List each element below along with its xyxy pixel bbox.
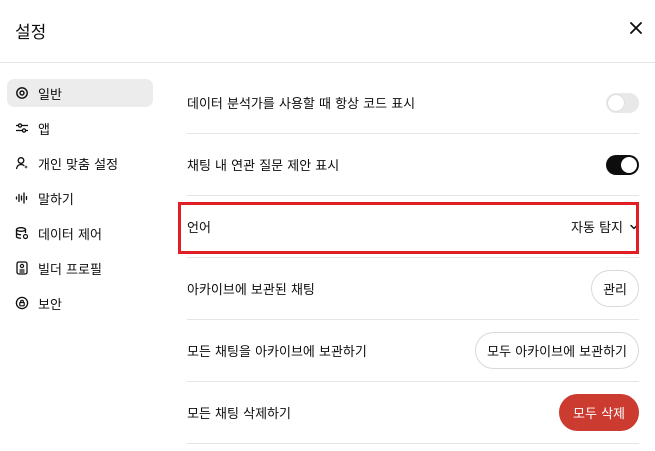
sidebar-item-security[interactable]: 보안: [7, 289, 153, 317]
sidebar-item-personalization[interactable]: 개인 맞춤 설정: [7, 149, 153, 177]
gear-icon: [15, 86, 29, 100]
close-icon[interactable]: [627, 19, 645, 37]
settings-sidebar: 일반 앱 개인 맞춤 설정 말하기 데이터 제어 빌더 프로필 보안: [7, 79, 153, 324]
toggle-knob: [621, 156, 637, 173]
setting-label: 모든 채팅을 아카이브에 보관하기: [187, 345, 367, 360]
delete-all-button[interactable]: 모두 삭제: [559, 394, 639, 431]
settings-header: 설정: [0, 0, 655, 63]
setting-row-follow-up-suggestions: 채팅 내 연관 질문 제안 표시: [187, 134, 639, 196]
setting-row-archive-all: 모든 채팅을 아카이브에 보관하기 모두 아카이브에 보관하기: [187, 320, 639, 382]
sidebar-item-label: 데이터 제어: [38, 227, 102, 243]
profile-icon: [15, 261, 29, 275]
sidebar-item-label: 보안: [38, 297, 62, 313]
dialog-title: 설정: [15, 23, 47, 43]
sidebar-item-label: 개인 맞춤 설정: [38, 157, 119, 173]
sidebar-item-label: 말하기: [38, 192, 74, 208]
manage-archived-button[interactable]: 관리: [591, 270, 639, 307]
setting-label: 아카이브에 보관된 채팅: [187, 283, 315, 298]
apps-icon: [15, 121, 29, 135]
sidebar-item-data-controls[interactable]: 데이터 제어: [7, 219, 153, 247]
archive-all-button[interactable]: 모두 아카이브에 보관하기: [475, 332, 639, 369]
setting-label: 데이터 분석가를 사용할 때 항상 코드 표시: [187, 97, 416, 112]
sidebar-item-general[interactable]: 일반: [7, 79, 153, 107]
sidebar-item-builder-profile[interactable]: 빌더 프로필: [7, 254, 153, 282]
settings-panel: 데이터 분석가를 사용할 때 항상 코드 표시 채팅 내 연관 질문 제안 표시…: [178, 72, 639, 444]
setting-label: 채팅 내 연관 질문 제안 표시: [187, 159, 340, 174]
follow-up-suggestions-toggle[interactable]: [606, 154, 639, 175]
setting-row-delete-all: 모든 채팅 삭제하기 모두 삭제: [187, 382, 639, 444]
sidebar-item-label: 빌더 프로필: [38, 262, 102, 278]
always-show-code-toggle[interactable]: [606, 92, 639, 113]
language-highlight-box: [178, 202, 639, 254]
sidebar-item-label: 앱: [38, 122, 50, 138]
personalization-icon: [15, 156, 29, 170]
sidebar-item-apps[interactable]: 앱: [7, 114, 153, 142]
data-icon: [15, 226, 29, 240]
setting-label: 모든 채팅 삭제하기: [187, 407, 291, 422]
voice-icon: [15, 191, 29, 205]
shield-icon: [15, 296, 29, 310]
toggle-knob: [608, 94, 624, 111]
sidebar-item-label: 일반: [38, 87, 62, 103]
setting-row-archived-chats: 아카이브에 보관된 채팅 관리: [187, 258, 639, 320]
sidebar-item-voice[interactable]: 말하기: [7, 184, 153, 212]
setting-row-always-show-code: 데이터 분석가를 사용할 때 항상 코드 표시: [187, 72, 639, 134]
